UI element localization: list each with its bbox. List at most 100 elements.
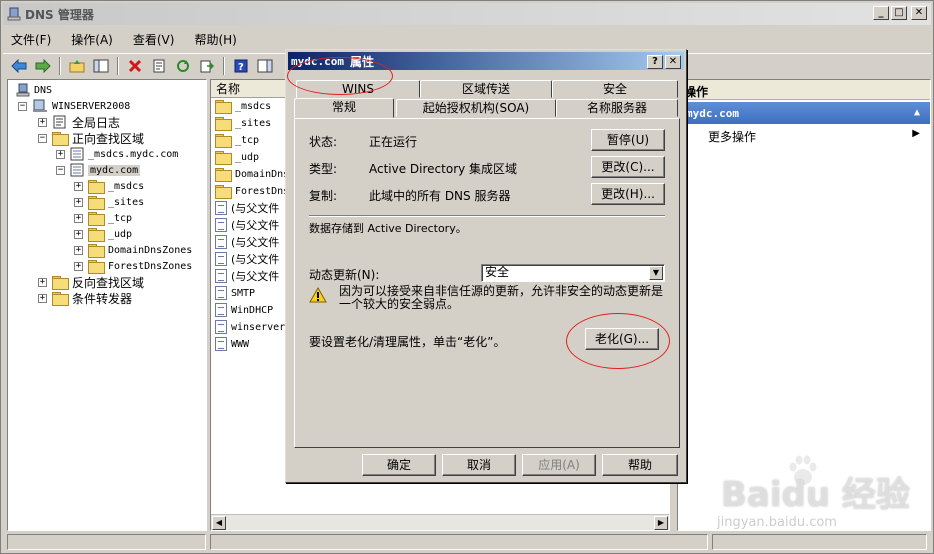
show-hide-tree-icon[interactable]	[91, 56, 111, 76]
list-item-label: _sites	[235, 117, 272, 129]
maximize-button[interactable]: □	[891, 6, 907, 20]
forward-icon[interactable]	[33, 56, 53, 76]
tree-item-reverse-zones[interactable]: + 反向查找区域	[38, 274, 144, 290]
tree-label: DomainDnsZones	[108, 244, 193, 256]
tree-item-sub-sites[interactable]: + _sites	[74, 194, 144, 210]
tree-item-sub-domaindns[interactable]: + DomainDnsZones	[74, 242, 192, 258]
menu-view[interactable]: 查看(V)	[133, 31, 175, 48]
list-item[interactable]: _sites	[215, 115, 271, 131]
dynamic-update-select[interactable]: 安全 ▼	[481, 264, 665, 282]
delete-icon[interactable]	[125, 56, 145, 76]
more-actions-item[interactable]: 更多操作	[708, 128, 756, 145]
dns-app-icon	[7, 7, 21, 21]
tree-item-selected-zone[interactable]: − mydc.com	[56, 162, 141, 178]
list-item[interactable]: (与父文件	[215, 251, 279, 267]
list-item[interactable]: ForestDns	[215, 183, 289, 199]
list-item[interactable]: _tcp	[215, 132, 259, 148]
export-list-icon[interactable]	[197, 56, 217, 76]
cancel-button[interactable]: 取消	[442, 454, 516, 476]
expand-icon[interactable]: +	[56, 149, 65, 159]
list-item[interactable]: WWW	[215, 336, 249, 352]
expand-icon[interactable]: +	[38, 277, 47, 287]
up-folder-icon[interactable]	[67, 56, 87, 76]
expand-icon[interactable]: +	[74, 181, 83, 191]
scroll-right-icon[interactable]: ▶	[654, 516, 668, 530]
back-icon[interactable]	[9, 56, 29, 76]
menu-action[interactable]: 操作(A)	[71, 31, 113, 48]
tree-item-server[interactable]: − WINSERVER2008	[18, 98, 130, 114]
collapse-icon[interactable]: −	[38, 133, 47, 143]
expand-icon[interactable]: +	[74, 261, 83, 271]
horizontal-scrollbar[interactable]: ◀ ▶	[211, 514, 669, 530]
pause-button[interactable]: 暂停(U)	[591, 129, 665, 151]
folder-icon	[88, 228, 105, 242]
aging-button[interactable]: 老化(G)...	[585, 328, 659, 350]
general-tab-panel: 状态: 正在运行 暂停(U) 类型: Active Directory 集成区域…	[294, 118, 680, 448]
console-tree: DNS − WINSERVER2008 + 全局日志 − 正向查找区域 + _m…	[7, 79, 207, 531]
list-item-label: ForestDns	[235, 185, 290, 197]
replication-label: 复制:	[309, 189, 338, 203]
list-item-label: WWW	[231, 338, 250, 350]
refresh-icon[interactable]	[173, 56, 193, 76]
minimize-button[interactable]: _	[873, 6, 889, 20]
menu-help[interactable]: 帮助(H)	[194, 31, 236, 48]
collapse-icon[interactable]: −	[18, 101, 27, 111]
list-item[interactable]: (与父文件	[215, 268, 279, 284]
collapse-triangle-icon[interactable]: ▲	[914, 107, 920, 118]
tree-item-sub-udp[interactable]: + _udp	[74, 226, 132, 242]
list-item[interactable]: (与父文件	[215, 200, 279, 216]
tree-item-sub-tcp[interactable]: + _tcp	[74, 210, 132, 226]
dialog-controls: ? ✕	[647, 55, 681, 69]
expand-icon[interactable]: +	[38, 293, 47, 303]
ok-button[interactable]: 确定	[362, 454, 436, 476]
expand-icon[interactable]: +	[74, 213, 83, 223]
dialog-close-button[interactable]: ✕	[665, 55, 681, 69]
tree-item-global-log[interactable]: + 全局日志	[38, 114, 120, 130]
properties-icon[interactable]	[149, 56, 169, 76]
close-button[interactable]: ✕	[911, 6, 927, 20]
folder-icon	[88, 212, 105, 226]
tree-item-conditional-forwarders[interactable]: + 条件转发器	[38, 290, 132, 306]
tree-item-sub-msdcs[interactable]: + _msdcs	[74, 178, 144, 194]
list-item[interactable]: DomainDns	[215, 166, 289, 182]
change-replication-button[interactable]: 更改(H)...	[591, 183, 665, 205]
collapse-icon[interactable]: −	[56, 165, 65, 175]
scroll-left-icon[interactable]: ◀	[212, 516, 226, 530]
list-item[interactable]: SMTP	[215, 285, 255, 301]
tree-item-forward-zones[interactable]: − 正向查找区域	[38, 130, 144, 146]
apply-button[interactable]: 应用(A)	[522, 454, 596, 476]
warning-text: 因为可以接受来自非信任源的更新，允许非安全的动态更新是一个较大的安全弱点。	[339, 284, 664, 311]
list-item[interactable]: _udp	[215, 149, 259, 165]
list-item[interactable]: winserver	[215, 319, 285, 335]
tree-item-dns[interactable]: DNS	[16, 82, 52, 98]
expand-icon[interactable]: +	[38, 117, 47, 127]
help-icon[interactable]: ?	[231, 56, 251, 76]
actions-section-header[interactable]: mydc.com ▲	[678, 102, 930, 124]
tab-general[interactable]: 常规	[294, 98, 394, 118]
dialog-help-button[interactable]: ?	[647, 55, 663, 69]
folder-icon	[88, 244, 105, 258]
tab-security[interactable]: 安全	[552, 80, 678, 98]
change-type-button[interactable]: 更改(C)...	[591, 156, 665, 178]
tab-soa[interactable]: 起始授权机构(SOA)	[396, 99, 556, 117]
menu-file[interactable]: 文件(F)	[11, 31, 51, 48]
expand-icon[interactable]: +	[74, 229, 83, 239]
list-item[interactable]: _msdcs	[215, 98, 271, 114]
chevron-down-icon[interactable]: ▼	[649, 266, 663, 280]
tab-name-servers[interactable]: 名称服务器	[556, 99, 678, 117]
zone-properties-dialog: mydc.com 属性 ? ✕ WINS 区域传送 安全 常规 起始授权机构(S…	[285, 49, 687, 483]
action-pane-icon[interactable]	[255, 56, 275, 76]
expand-icon[interactable]: +	[74, 197, 83, 207]
list-item[interactable]: WinDHCP	[215, 302, 273, 318]
tree-item-sub-forestdns[interactable]: + ForestDnsZones	[74, 258, 192, 274]
tree-item-msdcs-zone[interactable]: + _msdcs.mydc.com	[56, 146, 178, 162]
tab-zone-transfers[interactable]: 区域传送	[420, 80, 552, 98]
list-item[interactable]: (与父文件	[215, 234, 279, 250]
list-item-label: (与父文件	[231, 219, 280, 232]
expand-icon[interactable]: +	[74, 245, 83, 255]
tree-label: 全局日志	[72, 115, 121, 130]
help-button[interactable]: 帮助	[602, 454, 678, 476]
tab-wins[interactable]: WINS	[296, 80, 420, 98]
list-item-label: _msdcs	[235, 100, 272, 112]
list-item[interactable]: (与父文件	[215, 217, 279, 233]
